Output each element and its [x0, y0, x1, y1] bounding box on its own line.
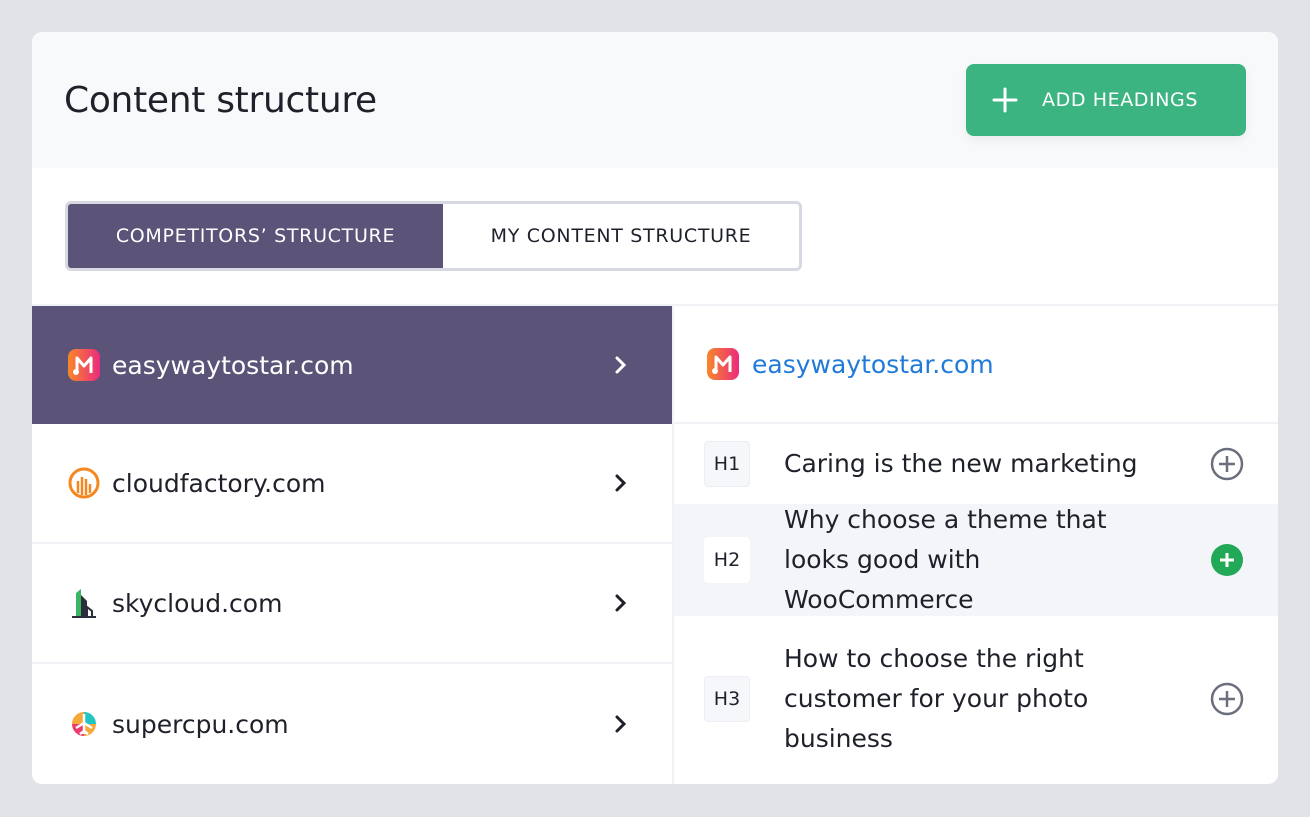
chevron-right-icon — [615, 594, 627, 612]
heading-text: Caring is the new marketing — [784, 449, 1138, 478]
competitor-domain: skycloud.com — [112, 588, 283, 618]
selected-site-link[interactable]: easywaytostar.com — [752, 350, 994, 379]
tab-competitors-structure[interactable]: COMPETITORS’ STRUCTURE — [68, 204, 443, 268]
headings-panel: easywaytostar.com H1 Caring is the new m… — [674, 306, 1278, 782]
competitor-item-easywaytostar[interactable]: easywaytostar.com — [32, 306, 672, 424]
heading-text: How to choose the right customer for you… — [784, 644, 1089, 753]
plus-icon — [992, 87, 1018, 113]
bar-chart-circle-logo-icon — [68, 467, 100, 499]
heading-row: H3 How to choose the right customer for … — [674, 616, 1278, 782]
add-heading-icon[interactable] — [1210, 682, 1244, 716]
competitor-item-cloudfactory[interactable]: cloudfactory.com — [32, 424, 672, 544]
tab-my-content-structure[interactable]: MY CONTENT STRUCTURE — [443, 204, 799, 268]
competitor-domain: supercpu.com — [112, 709, 289, 739]
add-headings-button[interactable]: ADD HEADINGS — [966, 64, 1246, 136]
competitor-domain: easywaytostar.com — [112, 350, 354, 380]
heading-row: H1 Caring is the new marketing — [674, 424, 1278, 504]
heading-text: Why choose a theme that looks good with … — [784, 505, 1107, 614]
music-m-logo-icon — [68, 349, 100, 381]
competitor-item-skycloud[interactable]: skycloud.com — [32, 544, 672, 664]
added-heading-icon[interactable] — [1210, 543, 1244, 577]
chevron-right-icon — [615, 715, 627, 733]
page-title: Content structure — [64, 80, 377, 121]
heading-level-badge: H1 — [704, 441, 750, 487]
buildings-logo-icon — [72, 589, 96, 618]
add-heading-icon[interactable] — [1210, 447, 1244, 481]
chevron-right-icon — [615, 356, 627, 374]
competitor-item-supercpu[interactable]: supercpu.com — [32, 664, 672, 784]
selected-site-header: easywaytostar.com — [674, 306, 1278, 424]
heading-level-badge: H2 — [704, 537, 750, 583]
competitor-domain: cloudfactory.com — [112, 468, 326, 498]
heading-level-badge: H3 — [704, 676, 750, 722]
structure-tabs: COMPETITORS’ STRUCTURE MY CONTENT STRUCT… — [65, 201, 802, 271]
card-header: Content structure ADD HEADINGS — [32, 32, 1278, 168]
airplane-logo-icon — [72, 712, 96, 736]
heading-row: H2 Why choose a theme that looks good wi… — [674, 504, 1278, 616]
add-headings-label: ADD HEADINGS — [1042, 89, 1199, 111]
chevron-right-icon — [615, 474, 627, 492]
music-m-logo-icon — [707, 348, 739, 380]
content-structure-card: Content structure ADD HEADINGS COMPETITO… — [32, 32, 1278, 784]
competitor-list: easywaytostar.com cloudfactory.com skycl… — [32, 306, 672, 784]
